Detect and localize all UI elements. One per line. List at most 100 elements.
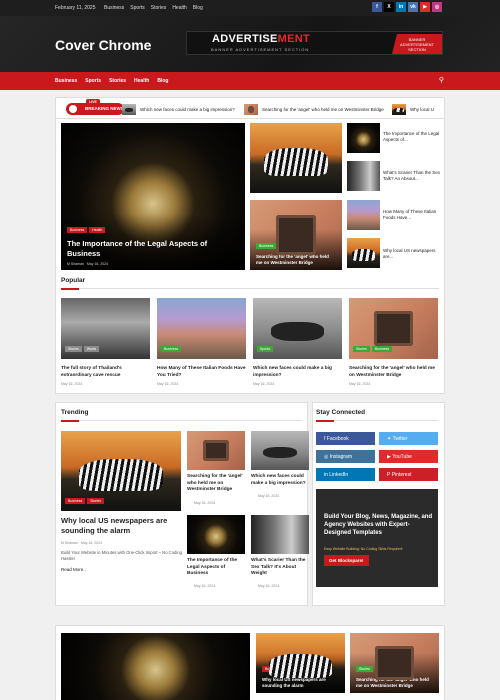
category-tag[interactable]: Business bbox=[65, 498, 86, 504]
bottom-article-title[interactable]: Why local US newspapers are sounding the… bbox=[262, 677, 339, 689]
category-tag[interactable]: Stories bbox=[353, 346, 370, 352]
trending-item-date: May 16, 2024 bbox=[194, 501, 216, 505]
side-article-title[interactable]: What's Scarier Than the Sex Talk? An Abs… bbox=[383, 170, 441, 182]
top-nav-stories[interactable]: Stories bbox=[151, 5, 167, 11]
promo-title: Build Your Blog, News, Magazine, and Age… bbox=[324, 514, 433, 536]
bottom-hero-image[interactable] bbox=[61, 633, 250, 700]
top-nav-sports[interactable]: Sports bbox=[130, 5, 144, 11]
category-tag[interactable]: Health bbox=[278, 243, 295, 249]
popular-title[interactable]: The full story of Thailand's extraordina… bbox=[61, 366, 150, 379]
bottom-article-title[interactable]: Searching for the 'angel' who held me on… bbox=[356, 677, 433, 689]
read-more-link[interactable]: Read More.. bbox=[61, 567, 86, 572]
side-article-title[interactable]: The Importance of the Legal Aspects of..… bbox=[383, 131, 441, 143]
side-thumb[interactable] bbox=[347, 200, 380, 230]
bottom-grid-article[interactable]: Stories Business Searching for the 'angel… bbox=[350, 633, 439, 693]
side-article-title[interactable]: Why local US newspapers are... bbox=[383, 248, 441, 260]
trending-item-date: May 16, 2024 bbox=[194, 584, 216, 588]
category-tag[interactable]: Business bbox=[256, 243, 277, 249]
trending-item-title[interactable]: What's Scarier Than the Sex Talk? It's A… bbox=[251, 558, 307, 578]
ticker-item[interactable]: Searching for the 'angel' who held me on… bbox=[244, 104, 384, 115]
category-tag[interactable]: Stories bbox=[356, 666, 373, 672]
grid-article-title[interactable]: Searching for the 'angel' who held me on… bbox=[256, 254, 336, 266]
trending-thumb[interactable] bbox=[251, 515, 309, 554]
category-tag[interactable]: Business bbox=[374, 666, 396, 672]
popular-image[interactable]: Stories World bbox=[61, 298, 150, 359]
category-tag[interactable]: Health bbox=[89, 227, 106, 233]
category-tag[interactable]: Stories bbox=[284, 666, 302, 672]
site-logo[interactable]: Cover Chrome bbox=[55, 37, 151, 53]
category-tag[interactable]: Sports bbox=[257, 346, 274, 352]
ticker-item[interactable]: Why local U bbox=[392, 104, 434, 115]
ticker-thumb bbox=[392, 104, 406, 115]
hero-title[interactable]: The Importance of the Legal Aspects of B… bbox=[67, 239, 239, 259]
promo-subtitle: Easy Website Building: No Coding Skills … bbox=[324, 547, 403, 551]
top-nav-business[interactable]: Business bbox=[104, 5, 124, 11]
instagram-button[interactable]: ◎ Instagram bbox=[316, 450, 375, 463]
nav-business[interactable]: Business bbox=[55, 78, 77, 84]
section-divider bbox=[61, 419, 302, 422]
vk-icon[interactable]: vk bbox=[408, 2, 418, 12]
popular-image[interactable]: Sports bbox=[253, 298, 342, 359]
hero-article[interactable]: Business Health The Importance of the Leg… bbox=[61, 123, 245, 270]
trending-main-title[interactable]: Why local US newspapers are sounding the… bbox=[61, 516, 183, 536]
trending-thumb[interactable] bbox=[251, 431, 309, 470]
facebook-icon[interactable]: f bbox=[372, 2, 382, 12]
twitter-button[interactable]: ✦ Twitter bbox=[379, 432, 438, 445]
instagram-icon[interactable]: ◎ bbox=[432, 2, 442, 12]
facebook-button[interactable]: f Facebook bbox=[316, 432, 375, 445]
trending-item-title[interactable]: Which new faces could make a big impress… bbox=[251, 474, 307, 487]
pinterest-button[interactable]: P Pinterest bbox=[379, 468, 438, 481]
trending-main-image[interactable]: Business Stories bbox=[61, 431, 181, 511]
section-divider bbox=[61, 287, 439, 290]
grid-article[interactable]: Business Health Searching for the 'angel'… bbox=[250, 200, 342, 270]
popular-meta: May 16, 2024 bbox=[157, 382, 179, 386]
category-tag[interactable]: Stories bbox=[87, 498, 105, 504]
side-thumb[interactable] bbox=[347, 123, 380, 153]
youtube-icon[interactable]: ▶ bbox=[420, 2, 430, 12]
trending-main-meta: M Shaman May 16, 2024 bbox=[61, 541, 103, 545]
trending-item-title[interactable]: Searching for the 'angel' who held me on… bbox=[187, 474, 247, 494]
linkedin-icon[interactable]: in bbox=[396, 2, 406, 12]
nav-blog[interactable]: Blog bbox=[157, 78, 168, 84]
trending-item-title[interactable]: The Importance of the Legal Aspects of B… bbox=[187, 558, 247, 578]
search-icon[interactable]: ⚲ bbox=[439, 76, 444, 84]
grid-article-image[interactable] bbox=[250, 123, 342, 193]
trending-thumb[interactable] bbox=[187, 431, 245, 470]
hero-meta: M Shaman May 16, 2024 bbox=[67, 262, 109, 266]
youtube-button[interactable]: ▶ YouTube bbox=[379, 450, 438, 463]
nav-sports[interactable]: Sports bbox=[85, 78, 101, 84]
top-nav: Business Sports Stories Health Blog bbox=[104, 5, 203, 11]
category-tag[interactable]: Business bbox=[371, 346, 393, 352]
category-tag[interactable]: World bbox=[83, 346, 99, 352]
popular-title[interactable]: How Many of These Italian Foods Have You… bbox=[157, 366, 246, 379]
popular-title[interactable]: Searching for the 'angel' who held me on… bbox=[349, 366, 438, 379]
category-tag[interactable]: Business bbox=[67, 227, 88, 233]
category-tag[interactable]: Business bbox=[262, 666, 283, 672]
promo-button[interactable]: Get Blockspare! bbox=[324, 555, 369, 566]
side-thumb[interactable] bbox=[347, 161, 380, 191]
nav-stories[interactable]: Stories bbox=[109, 78, 126, 84]
popular-image[interactable]: Business bbox=[157, 298, 246, 359]
ad-badge: BANNER ADVERTISEMENT SECTION bbox=[392, 34, 442, 54]
banner-ad[interactable]: ADVERTISEMENT BANNER ADVERTISEMENT SECTI… bbox=[186, 31, 443, 55]
popular-image[interactable]: Stories Business bbox=[349, 298, 438, 359]
category-tag[interactable]: Business bbox=[161, 346, 182, 352]
ad-title: ADVERTISEMENT bbox=[212, 33, 311, 45]
ticker-item[interactable]: Which new faces could make a big impress… bbox=[122, 104, 235, 115]
bottom-grid-article[interactable]: Business Stories Why local US newspapers … bbox=[256, 633, 345, 693]
top-social-links: f X in vk ▶ ◎ bbox=[372, 2, 442, 12]
popular-title[interactable]: Which new faces could make a big impress… bbox=[253, 366, 342, 379]
trending-thumb[interactable] bbox=[187, 515, 245, 554]
promo-banner[interactable]: Build Your Blog, News, Magazine, and Age… bbox=[316, 489, 438, 587]
site-header: Cover Chrome ADVERTISEMENT BANNER ADVERT… bbox=[0, 16, 500, 72]
side-article-title[interactable]: How Many of These Italian Foods Have... bbox=[383, 209, 441, 221]
nav-health[interactable]: Health bbox=[134, 78, 149, 84]
breaking-news-ticker: LIVE BREAKING NEWS Which new faces could… bbox=[55, 97, 445, 119]
popular-heading: Popular bbox=[61, 277, 86, 284]
linkedin-button[interactable]: in LinkedIn bbox=[316, 468, 375, 481]
top-nav-health[interactable]: Health bbox=[172, 5, 186, 11]
side-thumb[interactable] bbox=[347, 238, 380, 268]
category-tag[interactable]: Stories bbox=[65, 346, 82, 352]
top-nav-blog[interactable]: Blog bbox=[193, 5, 203, 11]
x-icon[interactable]: X bbox=[384, 2, 394, 12]
